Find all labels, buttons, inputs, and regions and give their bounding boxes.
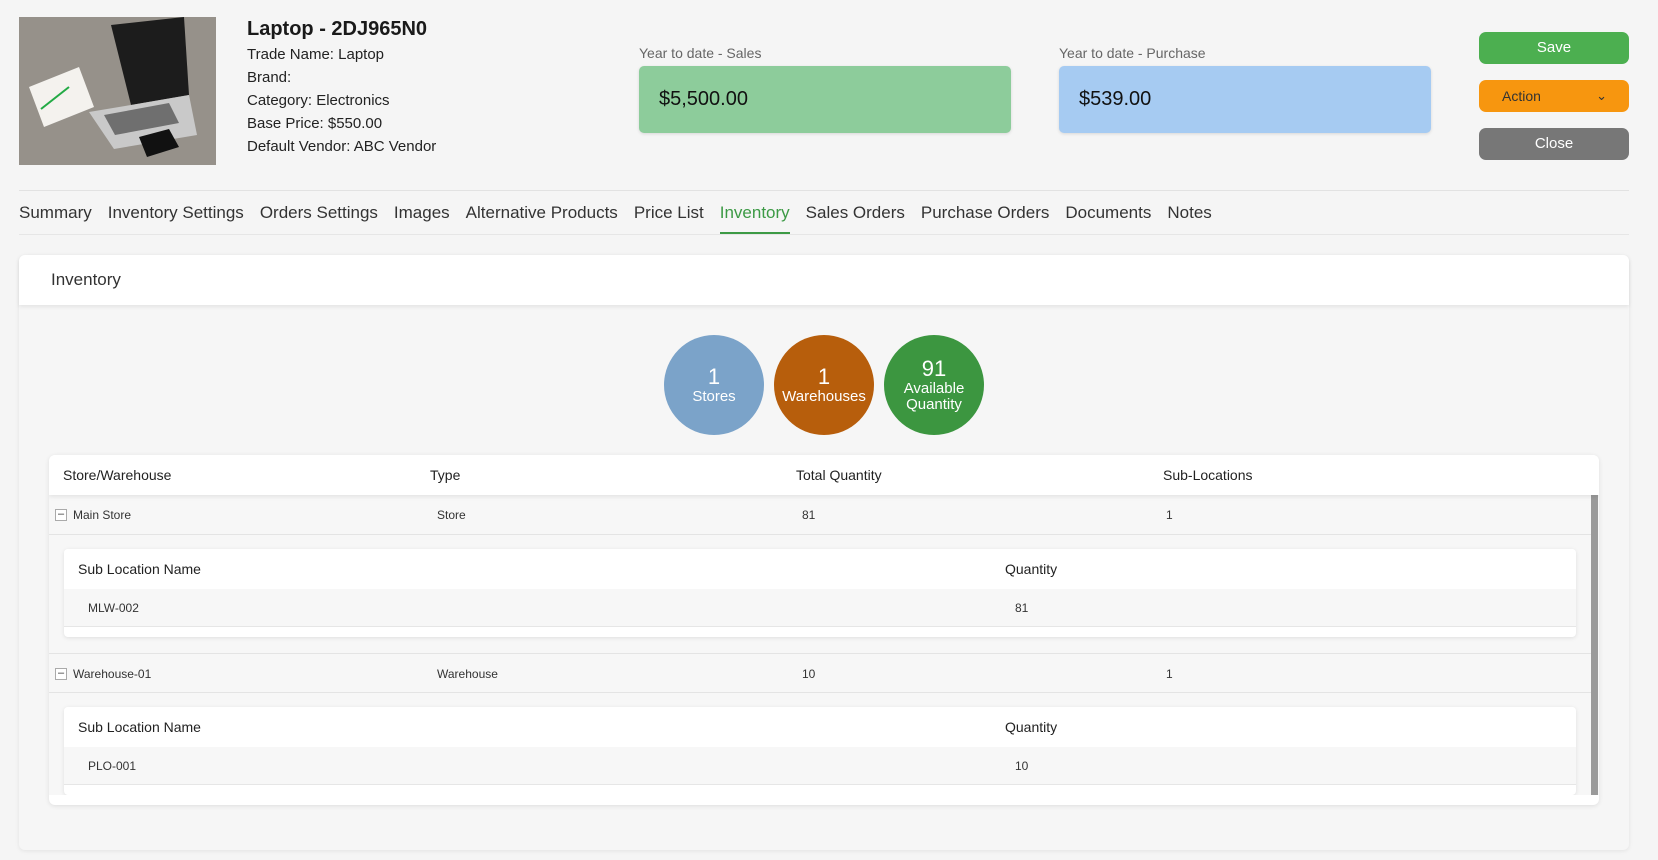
tab-notes[interactable]: Notes [1167, 200, 1211, 234]
tab-images[interactable]: Images [394, 200, 450, 234]
available-quantity-label: Available Quantity [903, 380, 965, 413]
trade-name: Trade Name: Laptop [247, 46, 385, 63]
warehouses-label: Warehouses [782, 388, 866, 405]
column-header-quantity[interactable]: Quantity [1005, 561, 1057, 577]
sub-grid-header: Sub Location Name Quantity [64, 707, 1576, 747]
column-header-quantity[interactable]: Quantity [1005, 719, 1057, 735]
tab-inventory-settings[interactable]: Inventory Settings [108, 200, 244, 234]
row-type: Store [437, 508, 466, 522]
available-quantity-count: 91 [921, 356, 947, 381]
chevron-down-icon: ⌄ [1596, 88, 1607, 103]
sub-location-name: MLW-002 [88, 601, 139, 615]
close-button[interactable]: Close [1479, 128, 1629, 160]
table-row[interactable]: – Main Store Store 81 1 [49, 495, 1591, 535]
row-sub-locations: 1 [1166, 667, 1173, 681]
action-dropdown-button[interactable]: Action ⌄ [1479, 80, 1629, 112]
ytd-sales-card: Year to date - Sales $5,500.00 [639, 44, 1011, 133]
sub-location-grid: Sub Location Name Quantity MLW-002 81 [64, 549, 1576, 637]
inventory-grid: Store/Warehouse Type Total Quantity Sub-… [49, 455, 1599, 805]
row-total-quantity: 10 [802, 667, 816, 681]
panel-title: Inventory [19, 255, 1629, 305]
default-vendor: Default Vendor: ABC Vendor [247, 138, 437, 155]
row-sub-locations: 1 [1166, 508, 1173, 522]
column-header-total-quantity[interactable]: Total Quantity [796, 467, 882, 483]
row-total-quantity: 81 [802, 508, 816, 522]
base-price: Base Price: $550.00 [247, 115, 383, 132]
action-button-label: Action [1502, 88, 1541, 104]
product-image [19, 17, 216, 165]
sub-grid-header: Sub Location Name Quantity [64, 549, 1576, 589]
product-info: Laptop - 2DJ965N0 Trade Name: Laptop Bra… [247, 17, 436, 158]
ytd-sales-label: Year to date - Sales [639, 45, 762, 61]
column-header-sub-locations[interactable]: Sub-Locations [1163, 467, 1253, 483]
tab-sales-orders[interactable]: Sales Orders [806, 200, 905, 234]
sub-location-name: PLO-001 [88, 759, 137, 773]
ytd-purchase-label: Year to date - Purchase [1059, 45, 1206, 61]
tab-purchase-orders[interactable]: Purchase Orders [921, 200, 1050, 234]
sub-location-quantity: 10 [1015, 759, 1029, 773]
collapse-toggle-icon[interactable]: – [55, 509, 67, 521]
product-header: Laptop - 2DJ965N0 Trade Name: Laptop Bra… [0, 0, 1658, 190]
grid-header: Store/Warehouse Type Total Quantity Sub-… [49, 455, 1599, 495]
product-title: Laptop - 2DJ965N0 [247, 18, 428, 40]
sub-location-row[interactable]: PLO-001 10 [64, 747, 1576, 785]
ytd-purchase-card: Year to date - Purchase $539.00 [1059, 44, 1431, 133]
divider [19, 234, 1629, 235]
category: Category: Electronics [247, 92, 390, 109]
row-type: Warehouse [437, 667, 498, 681]
vertical-scrollbar[interactable] [1591, 495, 1598, 795]
inventory-panel: Inventory 1 Stores 1 Warehouses 91 Avail… [19, 255, 1629, 850]
tab-documents[interactable]: Documents [1065, 200, 1151, 234]
save-button[interactable]: Save [1479, 32, 1629, 64]
stores-stat: 1 Stores [664, 335, 764, 435]
column-header-sub-location-name[interactable]: Sub Location Name [78, 719, 201, 735]
sub-location-row[interactable]: MLW-002 81 [64, 589, 1576, 627]
ytd-purchase-value: $539.00 [1059, 66, 1431, 133]
divider [19, 190, 1629, 191]
sub-location-grid: Sub Location Name Quantity PLO-001 10 [64, 707, 1576, 795]
row-store-name: Main Store [73, 508, 132, 522]
warehouses-count: 1 [817, 364, 831, 389]
sub-location-quantity: 81 [1015, 601, 1029, 615]
row-store-name: Warehouse-01 [73, 667, 152, 681]
grid-body: – Main Store Store 81 1 Sub Location Nam… [49, 495, 1599, 795]
tab-summary[interactable]: Summary [19, 200, 92, 234]
collapse-toggle-icon[interactable]: – [55, 668, 67, 680]
tab-alternative-products[interactable]: Alternative Products [466, 200, 618, 234]
brand: Brand: [247, 69, 292, 86]
stores-label: Stores [692, 388, 736, 405]
tab-inventory[interactable]: Inventory [719, 200, 790, 234]
column-header-type[interactable]: Type [430, 467, 460, 483]
tab-orders-settings[interactable]: Orders Settings [260, 200, 378, 234]
warehouses-stat: 1 Warehouses [774, 335, 874, 435]
table-row[interactable]: – Warehouse-01 Warehouse 10 1 [49, 653, 1591, 693]
column-header-store-warehouse[interactable]: Store/Warehouse [63, 467, 171, 483]
tab-price-list[interactable]: Price List [634, 200, 704, 234]
ytd-sales-value: $5,500.00 [639, 66, 1011, 133]
stores-count: 1 [707, 364, 721, 389]
column-header-sub-location-name[interactable]: Sub Location Name [78, 561, 201, 577]
available-quantity-stat: 91 Available Quantity [884, 335, 984, 435]
tab-bar: Summary Inventory Settings Orders Settings… [19, 200, 1228, 234]
